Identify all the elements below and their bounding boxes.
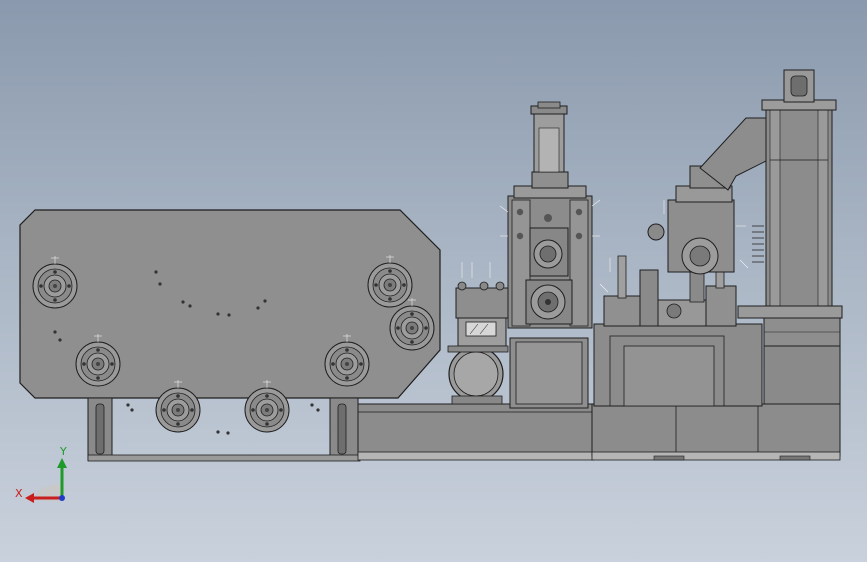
x-axis-label: X [15, 487, 23, 500]
drive-motor[interactable] [447, 281, 509, 405]
gearbox-assembly[interactable] [593, 117, 769, 407]
coordinate-triad: Y X [15, 445, 67, 503]
y-axis-label: Y [59, 445, 67, 458]
z-axis-dot [59, 495, 65, 501]
cad-viewport[interactable]: Y X [0, 0, 867, 562]
straightener-side-plate[interactable] [19, 209, 441, 435]
base-frame[interactable] [87, 397, 841, 462]
